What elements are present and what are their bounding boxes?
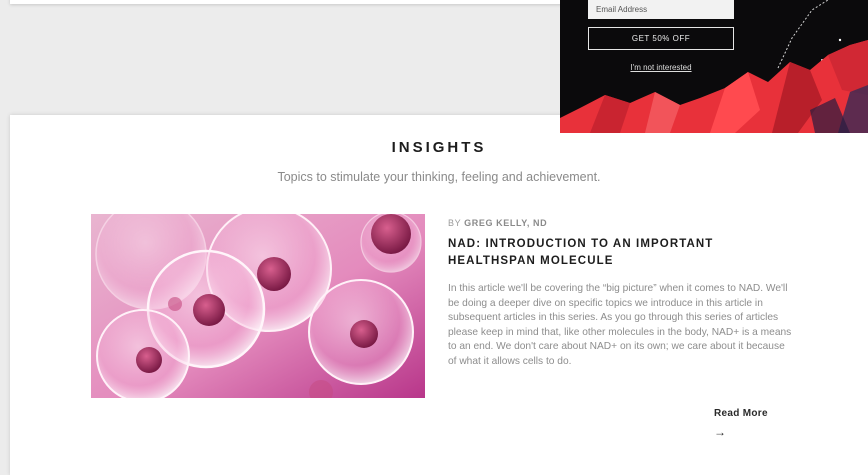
cells-image [91, 214, 425, 398]
decline-link[interactable]: I'm not interested [588, 63, 734, 72]
read-more-link[interactable]: Read More [714, 408, 768, 419]
article-image[interactable] [91, 214, 425, 398]
get-discount-button[interactable]: GET 50% OFF [588, 27, 734, 50]
section-subtitle: Topics to stimulate your thinking, feeli… [277, 170, 601, 184]
article-byline: BY GREG KELLY, ND [448, 218, 547, 228]
email-field[interactable] [588, 0, 734, 19]
article-excerpt: In this article we'll be covering the “b… [448, 283, 792, 367]
discount-popup: GET 50% OFF I'm not interested [560, 0, 868, 133]
article-title[interactable]: NAD: INTRODUCTION TO AN IMPORTANT HEALTH… [448, 236, 768, 270]
arrow-right-icon[interactable]: → [714, 425, 726, 439]
byline-prefix: BY [448, 218, 465, 228]
article-author[interactable]: GREG KELLY, ND [464, 218, 547, 228]
previous-section-card [10, 0, 570, 4]
section-title: INSIGHTS [391, 139, 487, 156]
insights-section: INSIGHTS Topics to stimulate your thinki… [10, 115, 868, 475]
